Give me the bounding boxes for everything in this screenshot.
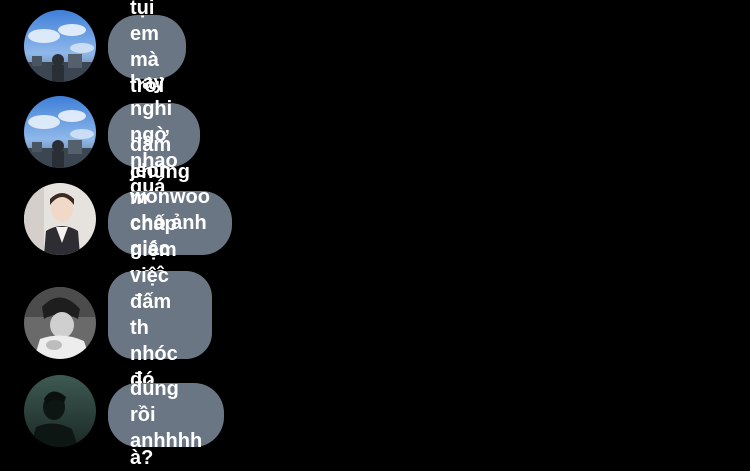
sky-avatar-icon[interactable] xyxy=(24,96,96,168)
message-bubble[interactable]: chúng m chấp niệm việc đấm th nhóc đó đế… xyxy=(108,161,212,469)
silhouette-avatar-icon[interactable] xyxy=(24,375,96,447)
person-light-avatar-icon[interactable] xyxy=(24,183,96,255)
person-bw-avatar-icon[interactable] xyxy=(24,287,96,359)
chat-thread: tụi em mà trời hay nghi ngờ nhao quá đấm… xyxy=(0,0,750,469)
message-text: đúng rồi anhhhh xyxy=(130,378,203,452)
message-bubble[interactable]: đúng rồi anhhhh xyxy=(108,378,225,452)
sky-avatar-icon[interactable] xyxy=(24,10,96,82)
